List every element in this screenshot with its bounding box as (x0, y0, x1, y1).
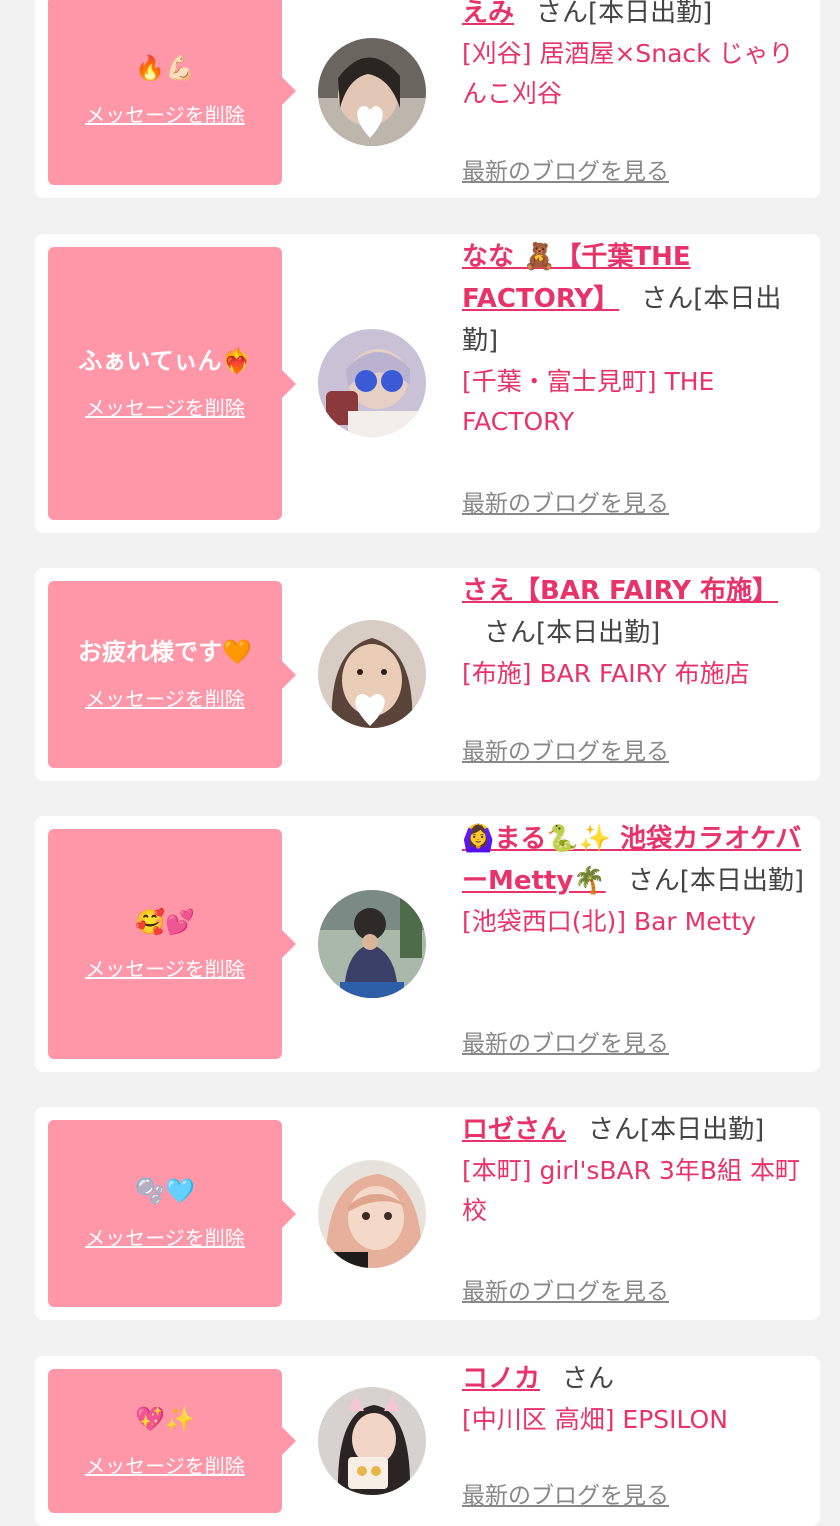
message-card: 💖✨ メッセージを削除 コノカ さん [中川区 高畑] EPSILON 最新のブロ… (35, 1356, 820, 1526)
message-bubble: 🫧🩵 メッセージを削除 (48, 1120, 296, 1307)
status-text: [本日出勤] (588, 0, 713, 28)
host-info: コノカ さん [中川区 高畑] EPSILON 最新のブログを見る (462, 1358, 807, 1509)
message-bubble: ふぁいてぃん❤️‍🔥 メッセージを削除 (48, 247, 296, 520)
delete-message-link[interactable]: メッセージを削除 (85, 953, 245, 982)
blog-link[interactable]: 最新のブログを見る (462, 732, 669, 766)
honorific: さん (562, 1364, 615, 1394)
avatar[interactable] (318, 1387, 426, 1495)
avatar[interactable] (318, 329, 426, 437)
message-bubble: 💖✨ メッセージを削除 (48, 1369, 296, 1513)
host-info: 🙆‍♀️まる🐍✨ 池袋カラオケバーMetty🌴 さん[本日出勤] [池袋西口(北)… (462, 818, 807, 1057)
delete-message-link[interactable]: メッセージを削除 (85, 1450, 245, 1479)
host-name-link[interactable]: ロゼさん (462, 1115, 566, 1145)
honorific: さん (536, 0, 589, 28)
status-text: [本日出勤] (536, 618, 661, 648)
shop-name: [本町] girl'sBAR 3年B組 本町校 (462, 1156, 800, 1225)
avatar[interactable] (318, 38, 426, 146)
delete-message-link[interactable]: メッセージを削除 (85, 99, 245, 128)
avatar[interactable] (318, 890, 426, 998)
message-text: 💖✨ (135, 1404, 195, 1433)
message-text: 🥰💕 (135, 907, 195, 936)
avatar[interactable] (318, 1160, 426, 1268)
delete-message-link[interactable]: メッセージを削除 (85, 683, 245, 712)
shop-name: [千葉・富士見町] THE FACTORY (462, 367, 715, 436)
shop-name: [中川区 高畑] EPSILON (462, 1405, 728, 1434)
delete-message-link[interactable]: メッセージを削除 (85, 392, 245, 421)
blog-link[interactable]: 最新のブログを見る (462, 152, 669, 186)
message-card: 🥰💕 メッセージを削除 🙆‍♀️まる🐍✨ 池袋カラオケバーMetty🌴 さん[本日… (35, 816, 820, 1072)
shop-name: [布施] BAR FAIRY 布施店 (462, 659, 750, 688)
message-card: ふぁいてぃん❤️‍🔥 メッセージを削除 なな 🧸【千葉THE FACTORY】さ… (35, 234, 820, 533)
host-info: なな 🧸【千葉THE FACTORY】 さん[本日出勤] [千葉・富士見町] TH… (462, 236, 807, 517)
message-text: ふぁいてぃん❤️‍🔥 (78, 347, 252, 375)
avatar[interactable] (318, 620, 426, 728)
message-card: 🫧🩵 メッセージを削除 ロゼさん さん[本日出勤] [本町] girl'sBAR … (35, 1107, 820, 1320)
message-card: 🔥💪🏻 メッセージを削除 えみ さん[本日出勤] [刈谷] 居酒屋×Snack じ… (35, 0, 820, 198)
message-text: 🔥💪🏻 (135, 54, 195, 82)
blog-link[interactable]: 最新のブログを見る (462, 1024, 669, 1058)
blog-link[interactable]: 最新のブログを見る (462, 1272, 669, 1306)
message-text: 🫧🩵 (135, 1177, 195, 1205)
host-info: えみ さん[本日出勤] [刈谷] 居酒屋×Snack じゃりんこ刈谷 最新のブログ… (462, 0, 807, 185)
message-bubble: お疲れ様です🧡 メッセージを削除 (48, 581, 296, 768)
shop-name: [刈谷] 居酒屋×Snack じゃりんこ刈谷 (462, 39, 794, 108)
shop-name: [池袋西口(北)] Bar Metty (462, 907, 757, 936)
blog-link[interactable]: 最新のブログを見る (462, 484, 669, 518)
host-info: さえ【BAR FAIRY 布施】さん[本日出勤] [布施] BAR FAIRY … (462, 570, 807, 765)
host-name-link[interactable]: えみ (462, 0, 514, 28)
message-text: お疲れ様です🧡 (78, 638, 252, 666)
host-info: ロゼさん さん[本日出勤] [本町] girl'sBAR 3年B組 本町校 最新の… (462, 1109, 807, 1305)
host-name-link[interactable]: さえ【BAR FAIRY 布施】 (462, 576, 778, 606)
honorific: さん (588, 1115, 641, 1145)
delete-message-link[interactable]: メッセージを削除 (85, 1222, 245, 1251)
honorific: さん (484, 618, 537, 648)
message-bubble: 🥰💕 メッセージを削除 (48, 829, 296, 1059)
message-bubble: 🔥💪🏻 メッセージを削除 (48, 0, 296, 185)
honorific: さん (641, 284, 694, 314)
status-text: [本日出勤] (679, 866, 804, 896)
honorific: さん (627, 866, 680, 896)
message-card: お疲れ様です🧡 メッセージを削除 さえ【BAR FAIRY 布施】さん[本日出勤… (35, 568, 820, 781)
status-text: [本日出勤] (640, 1115, 765, 1145)
host-name-link[interactable]: コノカ (462, 1364, 540, 1394)
blog-link[interactable]: 最新のブログを見る (462, 1476, 669, 1510)
